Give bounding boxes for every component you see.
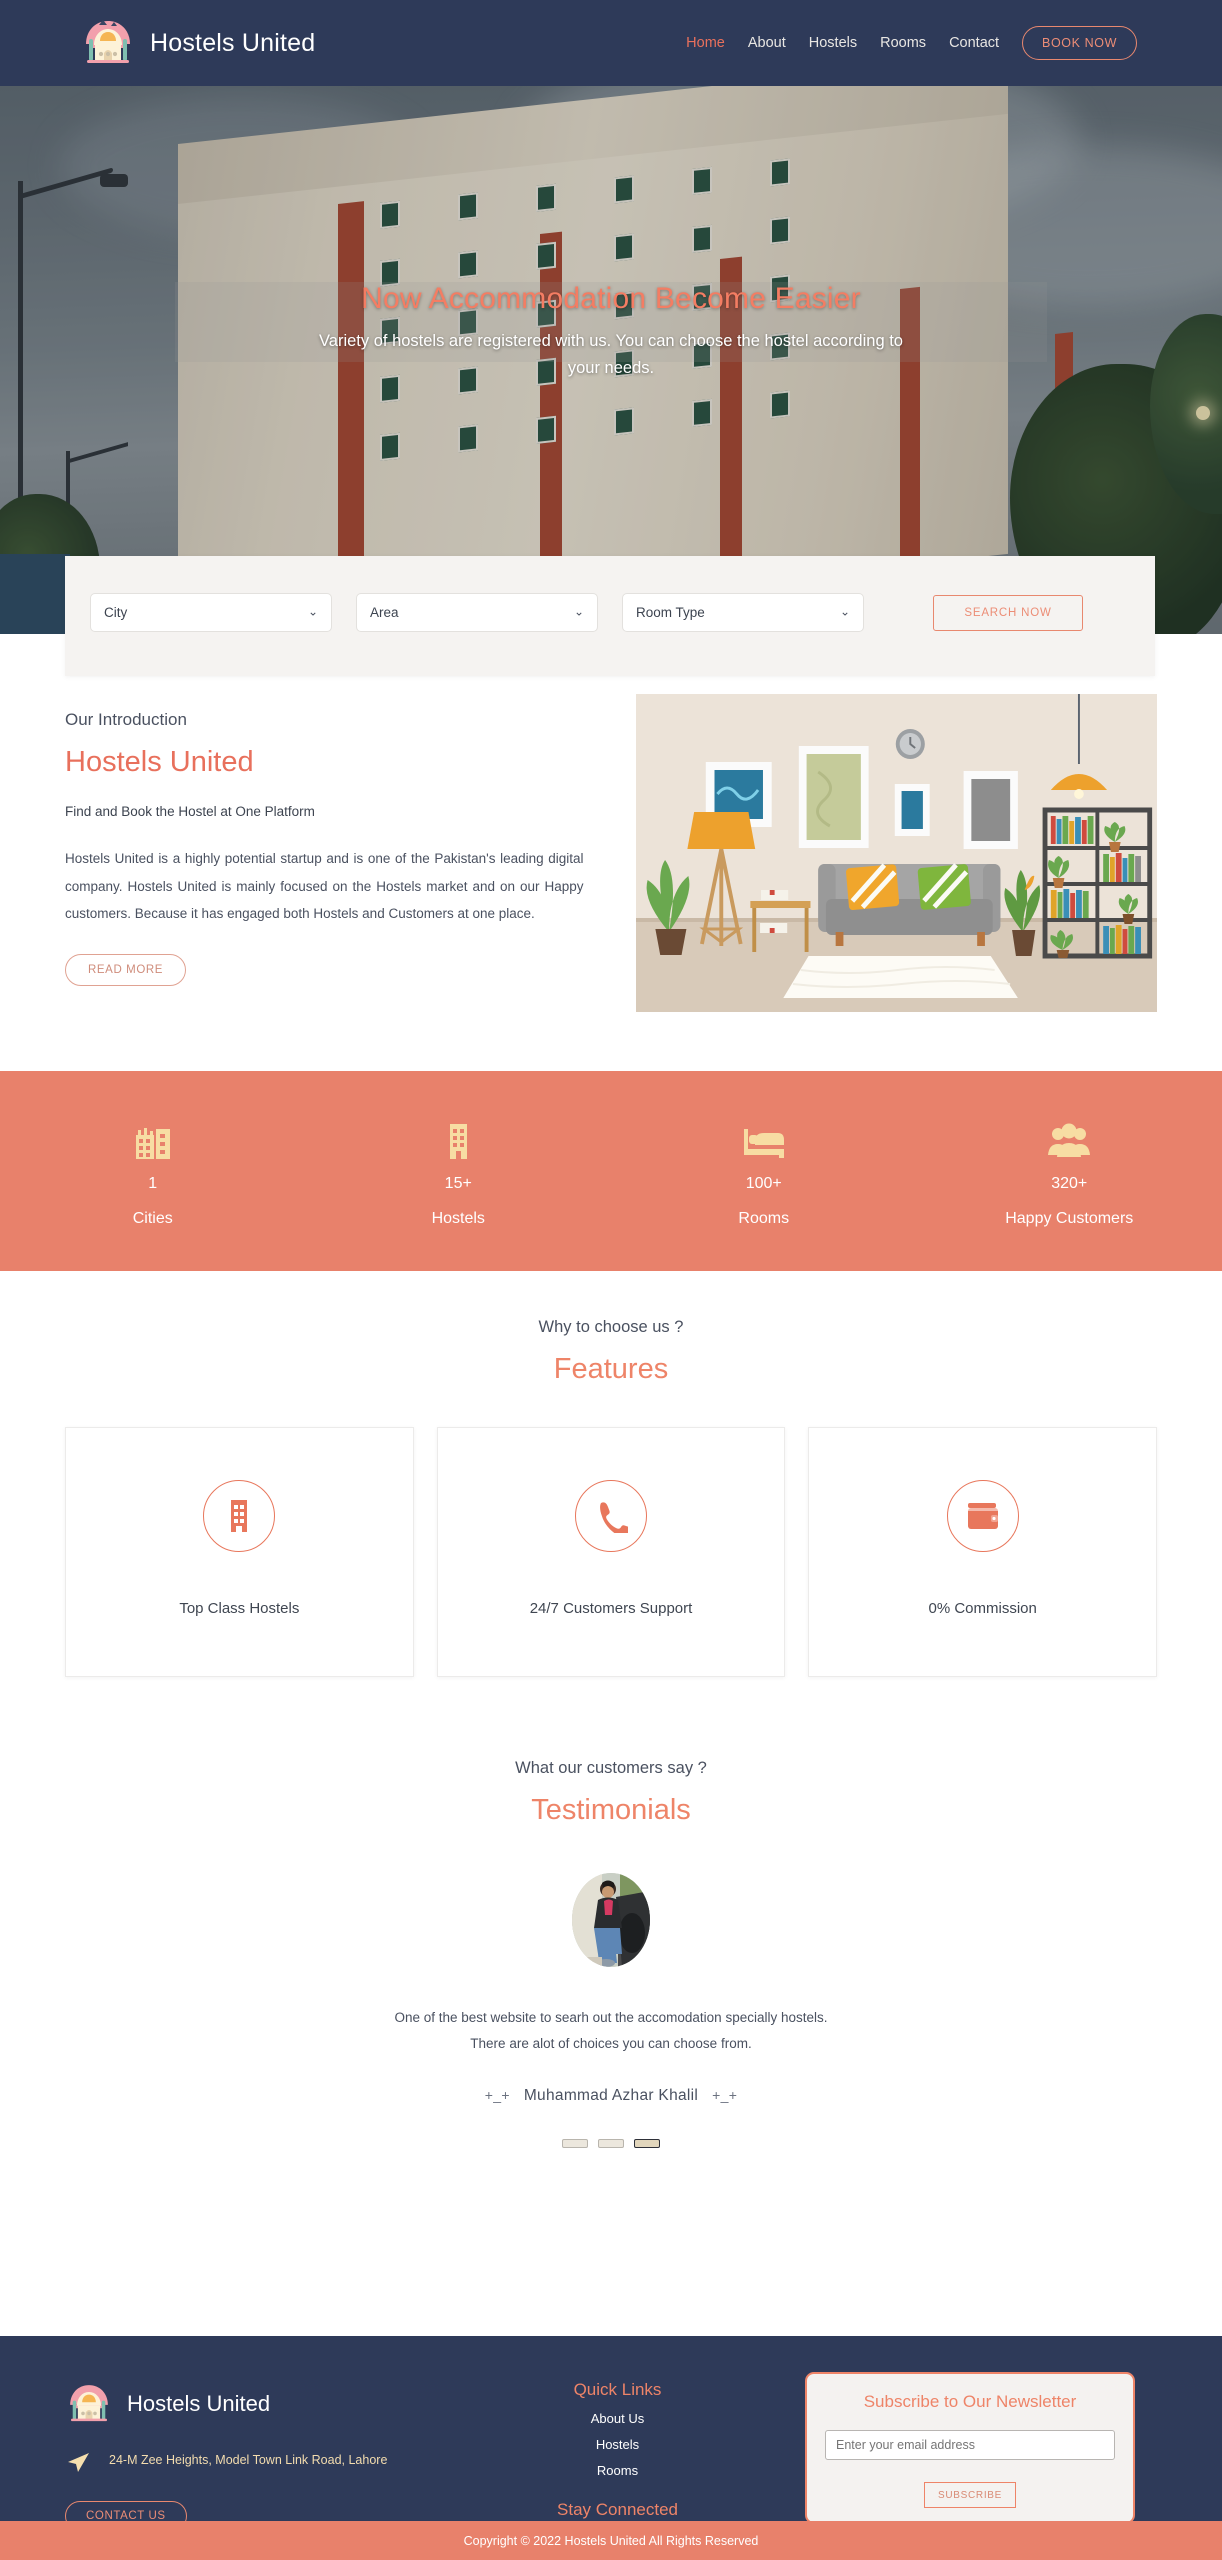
hero-text: Now Accommodation Become Easier Variety … — [0, 282, 1222, 382]
nav-link-home[interactable]: Home — [686, 35, 725, 51]
stat-cities: 1 Cities — [0, 1115, 306, 1228]
copyright-bar: Copyright © 2022 Hostels United All Righ… — [0, 2521, 1222, 2560]
features-section: Why to choose us ? Features Top Class Ho… — [0, 1271, 1222, 1721]
stat-label: Happy Customers — [1005, 1209, 1134, 1227]
carousel-dot-2[interactable] — [598, 2138, 624, 2148]
stat-label: Cities — [132, 1209, 173, 1227]
carousel-dot-3[interactable] — [634, 2138, 660, 2148]
stat-number: 320+ — [1051, 1174, 1088, 1192]
footer-address-text: 24-M Zee Heights, Model Town Link Road, … — [109, 2453, 388, 2467]
newsletter-email-input[interactable] — [825, 2430, 1115, 2460]
feature-card-top-class-hostels[interactable]: Top Class Hostels — [65, 1427, 414, 1677]
intro-title: Hostels United — [65, 746, 254, 778]
copyright-text: Copyright © 2022 Hostels United All Righ… — [463, 2533, 759, 2548]
testimonials-section: What our customers say ? Testimonials On… — [0, 1721, 1222, 2336]
quick-links-heading: Quick Links — [573, 2380, 662, 2399]
chevron-down-icon: ⌄ — [307, 604, 318, 619]
room-type-select-value: Room Type — [636, 605, 705, 620]
feature-card-customer-support[interactable]: 24/7 Customers Support — [436, 1427, 786, 1677]
stat-hostels: 15+ Hostels — [306, 1115, 612, 1228]
feature-label: 24/7 Customers Support — [529, 1600, 693, 1617]
chevron-down-icon: ⌄ — [839, 604, 850, 619]
area-select-value: Area — [370, 605, 399, 620]
search-now-button[interactable]: SEARCH NOW — [933, 594, 1083, 631]
footer-link-hostels[interactable]: Hostels — [440, 2437, 795, 2452]
testimonial-author-name: Muhammad Azhar Khalil — [523, 2086, 699, 2104]
introduction-section: Our Introduction Hostels United Find and… — [0, 694, 1222, 1066]
search-panel: City ⌄ Area ⌄ Room Type ⌄ SEARCH NOW — [65, 556, 1155, 676]
nav-link-about[interactable]: About — [748, 35, 786, 51]
nav-link-hostels[interactable]: Hostels — [809, 35, 857, 51]
book-now-button[interactable]: BOOK NOW — [1022, 26, 1137, 60]
area-select[interactable]: Area ⌄ — [356, 593, 598, 632]
feature-card-zero-commission[interactable]: 0% Commission — [808, 1427, 1158, 1677]
stay-connected-heading: Stay Connected — [557, 2500, 678, 2519]
intro-body: Hostels United is a highly potential sta… — [65, 851, 584, 922]
carousel-indicators — [0, 2138, 1222, 2148]
nav-link-contact[interactable]: Contact — [949, 35, 999, 51]
stat-label: Rooms — [738, 1209, 790, 1227]
wallet-icon — [946, 1480, 1019, 1552]
people-group-icon — [917, 1115, 1222, 1161]
subscribe-button[interactable]: SUBSCRIBE — [924, 2482, 1016, 2508]
brand-name: Hostels United — [150, 28, 316, 57]
intro-illustration — [635, 694, 1157, 1012]
footer-link-rooms[interactable]: Rooms — [440, 2463, 795, 2478]
read-more-button[interactable]: READ MORE — [65, 954, 187, 987]
hero-section: Now Accommodation Become Easier Variety … — [0, 86, 1222, 634]
carousel-dot-1[interactable] — [562, 2138, 588, 2148]
bed-icon — [611, 1115, 917, 1161]
newsletter-card: Subscribe to Our Newsletter SUBSCRIBE — [805, 2372, 1135, 2524]
chevron-down-icon: ⌄ — [573, 604, 584, 619]
stat-happy-customers: 320+ Happy Customers — [917, 1115, 1222, 1228]
living-room-illustration-icon — [635, 694, 1157, 1012]
top-navbar: Hostels United Home About Hostels Rooms … — [0, 0, 1222, 86]
dome-building-logo-icon — [80, 15, 136, 71]
testimonials-title: Testimonials — [531, 1794, 691, 1826]
dome-building-logo-icon — [65, 2380, 113, 2428]
footer-brand-name: Hostels United — [127, 2391, 271, 2416]
testimonial-deco-left: +_+ — [484, 2086, 510, 2103]
testimonial-author: +_+ Muhammad Azhar Khalil +_+ — [0, 2087, 1222, 2105]
city-select[interactable]: City ⌄ — [90, 593, 332, 632]
footer-brand[interactable]: Hostels United — [65, 2380, 440, 2428]
building-icon — [203, 1480, 276, 1552]
room-type-select[interactable]: Room Type ⌄ — [622, 593, 864, 632]
features-eyebrow: Why to choose us ? — [538, 1318, 684, 1336]
feature-label: Top Class Hostels — [179, 1600, 300, 1617]
footer-address: 24-M Zee Heights, Model Town Link Road, … — [65, 2450, 440, 2481]
phone-icon — [575, 1480, 647, 1552]
testimonials-eyebrow: What our customers say ? — [515, 1759, 707, 1777]
hero-title: Now Accommodation Become Easier — [361, 282, 861, 315]
intro-subtitle: Find and Book the Hostel at One Platform — [65, 804, 315, 819]
newsletter-title: Subscribe to Our Newsletter — [863, 2392, 1077, 2411]
footer: Hostels United 24-M Zee Heights, Model T… — [0, 2336, 1222, 2555]
stat-label: Hostels — [431, 1209, 485, 1227]
intro-eyebrow: Our Introduction — [65, 710, 187, 729]
stat-number: 15+ — [444, 1174, 472, 1192]
stat-number: 1 — [148, 1174, 158, 1192]
city-select-value: City — [104, 605, 128, 620]
brand[interactable]: Hostels United — [80, 15, 315, 71]
nav-links: Home About Hostels Rooms Contact BOOK NO… — [686, 26, 1137, 60]
building-icon — [306, 1115, 612, 1161]
testimonial-quote: One of the best website to searh out the… — [394, 2010, 828, 2052]
cityscape-icon — [0, 1115, 306, 1161]
testimonial-deco-right: +_+ — [712, 2086, 738, 2103]
landing-page: Hostels United Home About Hostels Rooms … — [0, 0, 1222, 2560]
features-title: Features — [553, 1353, 669, 1385]
hero-subtitle: Variety of hostels are registered with u… — [319, 332, 903, 378]
stats-band: 1 Cities 15+ Hostels 100+ Rooms 320+ Hap… — [0, 1071, 1222, 1271]
stat-number: 100+ — [745, 1174, 782, 1192]
footer-link-about-us[interactable]: About Us — [440, 2411, 795, 2426]
customer-photo-icon — [572, 1873, 650, 1967]
nav-link-rooms[interactable]: Rooms — [880, 35, 926, 51]
location-arrow-icon — [65, 2450, 91, 2481]
avatar — [572, 1873, 650, 1967]
feature-label: 0% Commission — [928, 1600, 1037, 1617]
stat-rooms: 100+ Rooms — [611, 1115, 917, 1228]
